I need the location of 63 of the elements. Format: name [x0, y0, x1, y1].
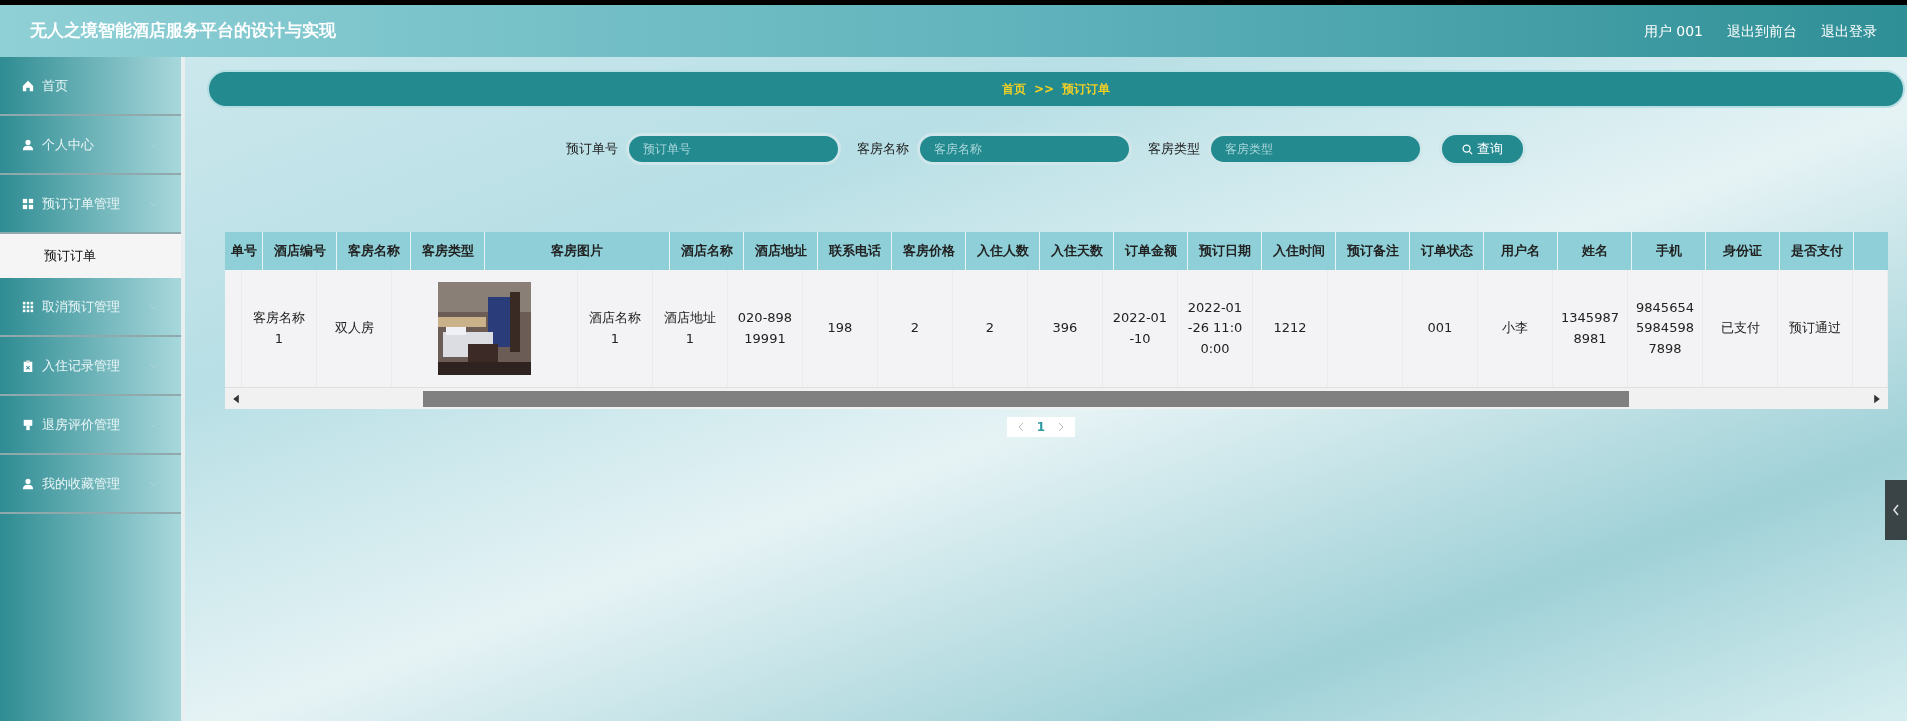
column-header: 联系电话: [818, 232, 892, 270]
column-header: 客房类型: [411, 232, 485, 270]
sidebar-subitem[interactable]: 预订订单: [0, 234, 181, 278]
apps-icon: [22, 300, 34, 313]
site-title: 无人之境智能酒店服务平台的设计与实现: [30, 19, 336, 43]
column-header: 预订备注: [1336, 232, 1410, 270]
column-header: 酒店名称: [670, 232, 744, 270]
column-header: 是否支付: [1780, 232, 1854, 270]
sidebar-item[interactable]: 个人中心: [0, 116, 181, 175]
column-header: 客房图片: [485, 232, 670, 270]
column-header: 预订日期: [1188, 232, 1262, 270]
sidebar-item[interactable]: 我的收藏管理: [0, 455, 181, 514]
chevron-left-icon: [1892, 504, 1900, 516]
sidebar-item[interactable]: 入住记录管理: [0, 337, 181, 396]
sidebar-item[interactable]: 首页: [0, 57, 181, 116]
column-header: 客房名称: [337, 232, 411, 270]
person-icon: [22, 477, 34, 490]
home-icon: [22, 79, 34, 92]
field-label: 预订单号: [566, 140, 618, 159]
search-field[interactable]: 预订单号: [626, 133, 841, 165]
header-link[interactable]: 退出到前台: [1727, 20, 1797, 42]
next-page-icon[interactable]: [1057, 422, 1066, 432]
field-label: 客房类型: [1148, 140, 1200, 159]
grid-icon: [22, 197, 34, 210]
search-button[interactable]: 查询: [1439, 132, 1526, 166]
column-header: 手机: [1632, 232, 1706, 270]
chevron-icon: [149, 480, 159, 487]
column-header: 单号: [225, 232, 263, 270]
side-toggle-button[interactable]: [1885, 480, 1907, 540]
column-header: 入住时间: [1262, 232, 1336, 270]
column-header: 酒店地址: [744, 232, 818, 270]
column-header: 订单状态: [1410, 232, 1484, 270]
header-link[interactable]: 用户 001: [1643, 20, 1703, 42]
breadcrumb-separator: >>: [1033, 81, 1055, 98]
column-header: 入住天数: [1040, 232, 1114, 270]
column-header: 用户名: [1484, 232, 1558, 270]
chevron-icon: [149, 421, 159, 428]
brush-icon: [22, 418, 34, 431]
horizontal-scrollbar[interactable]: [225, 387, 1888, 409]
chevron-icon: [149, 362, 159, 369]
column-header: 客房价格: [892, 232, 966, 270]
column-header: 入住人数: [966, 232, 1040, 270]
column-header: 订单金额: [1114, 232, 1188, 270]
breadcrumb-link[interactable]: 首页: [1001, 80, 1026, 98]
column-header: 姓名: [1558, 232, 1632, 270]
search-field[interactable]: 客房类型: [1208, 133, 1423, 165]
previous-page-icon[interactable]: [1016, 422, 1025, 432]
field-label: 客房名称: [857, 140, 909, 159]
search-field[interactable]: 客房名称: [917, 133, 1132, 165]
chevron-icon: [149, 303, 159, 310]
clipboard-icon: [22, 359, 34, 372]
sidebar-item[interactable]: 取消预订管理: [0, 278, 181, 337]
search-icon: [1462, 143, 1473, 155]
column-header: 身份证: [1706, 232, 1780, 270]
column-header: 酒店编号: [263, 232, 337, 270]
sidebar-item[interactable]: 退房评价管理: [0, 396, 181, 455]
breadcrumb-current: 预订订单: [1062, 81, 1111, 98]
sidebar-item[interactable]: 预订订单管理: [0, 175, 181, 234]
header-link[interactable]: 退出登录: [1821, 20, 1877, 42]
person-icon: [22, 138, 34, 151]
page-number[interactable]: 1: [1028, 418, 1054, 436]
chevron-icon: [149, 141, 159, 148]
chevron-icon: [149, 200, 159, 207]
